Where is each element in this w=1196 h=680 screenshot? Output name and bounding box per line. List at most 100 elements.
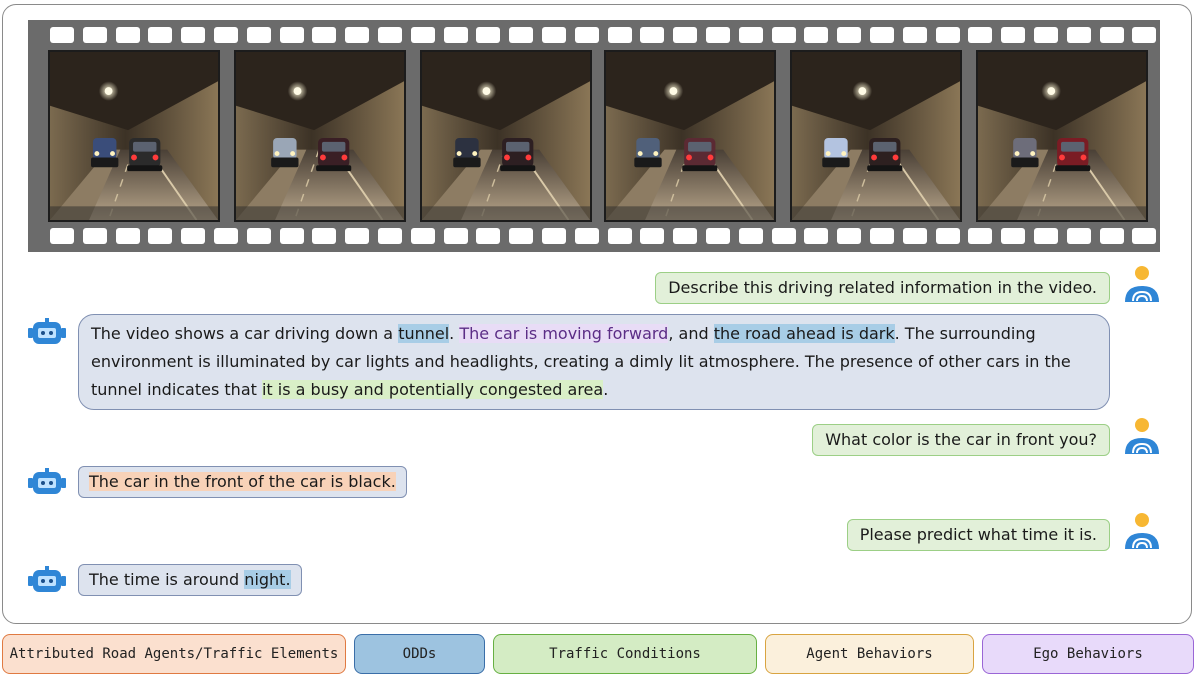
assistant-message-1: The video shows a car driving down a tun… (78, 314, 1110, 410)
video-frame (790, 50, 962, 222)
sprocket-hole (312, 27, 337, 43)
sprocket-hole (50, 228, 74, 244)
user-avatar-icon (1122, 511, 1162, 551)
sprocket-hole (1066, 228, 1091, 244)
highlight-legend: Attributed Road Agents/Traffic Elements … (0, 634, 1196, 676)
legend-label: Ego Behaviors (1033, 646, 1143, 662)
sprocket-hole (246, 27, 271, 43)
sprocket-hole (738, 228, 763, 244)
sprocket-hole (542, 228, 566, 244)
sprocket-hole (476, 27, 501, 43)
sprocket-hole (1132, 228, 1157, 244)
sprocket-hole (870, 228, 894, 244)
legend-label: Agent Behaviors (806, 646, 933, 662)
sprocket-hole (574, 228, 599, 244)
sprocket-row-bottom (28, 228, 1160, 244)
video-filmstrip (28, 20, 1160, 252)
sprocket-hole (1001, 27, 1026, 43)
sprocket-hole (312, 228, 337, 244)
sprocket-hole (640, 228, 665, 244)
sprocket-hole (804, 27, 829, 43)
sprocket-hole (148, 228, 173, 244)
sprocket-hole (968, 228, 993, 244)
assistant-message-1-text: , and (668, 324, 714, 343)
user-message-3: Please predict what time it is. (846, 519, 1110, 551)
sprocket-hole (509, 228, 534, 244)
user-message-1-text: Describe this driving related informatio… (668, 278, 1097, 297)
sprocket-hole (673, 228, 698, 244)
sprocket-hole (410, 228, 435, 244)
sprocket-hole (181, 228, 206, 244)
sprocket-hole (1099, 228, 1124, 244)
sprocket-hole (345, 228, 370, 244)
legend-odds: ODDs (354, 634, 485, 674)
legend-road-agents: Attributed Road Agents/Traffic Elements (2, 634, 346, 674)
sprocket-hole (1066, 27, 1091, 43)
legend-label: Traffic Conditions (549, 646, 701, 662)
sprocket-hole (771, 27, 796, 43)
user-avatar-icon (1122, 264, 1162, 304)
highlight-ego-behavior: The car is moving forward (459, 324, 669, 343)
sprocket-hole (1001, 228, 1026, 244)
sprocket-hole (935, 228, 960, 244)
sprocket-hole (640, 27, 665, 43)
sprocket-hole (574, 27, 599, 43)
sprocket-hole (82, 27, 107, 43)
sprocket-hole (837, 228, 862, 244)
robot-icon (28, 318, 66, 348)
sprocket-hole (279, 228, 304, 244)
sprocket-hole (804, 228, 829, 244)
sprocket-hole (607, 228, 632, 244)
video-frame (48, 50, 220, 222)
user-message-1: Describe this driving related informatio… (655, 272, 1110, 304)
sprocket-hole (476, 228, 501, 244)
sprocket-hole (279, 27, 304, 43)
sprocket-hole (443, 27, 468, 43)
highlight-odd: night. (244, 570, 291, 589)
sprocket-hole (738, 27, 763, 43)
user-message-2-text: What color is the car in front you? (825, 430, 1097, 449)
legend-label: Attributed Road Agents/Traffic Elements (9, 646, 339, 662)
sprocket-hole (935, 27, 960, 43)
sprocket-hole (410, 27, 435, 43)
assistant-message-1-text: . (603, 380, 609, 399)
sprocket-hole (706, 228, 730, 244)
legend-label: ODDs (402, 646, 437, 662)
sprocket-hole (1034, 27, 1058, 43)
sprocket-hole (706, 27, 730, 43)
sprocket-hole (148, 27, 173, 43)
sprocket-hole (50, 27, 74, 43)
sprocket-hole (673, 27, 698, 43)
sprocket-hole (837, 27, 862, 43)
video-frame (976, 50, 1148, 222)
sprocket-hole (607, 27, 632, 43)
sprocket-hole (870, 27, 894, 43)
sprocket-hole (115, 228, 140, 244)
sprocket-hole (443, 228, 468, 244)
legend-ego-behaviors: Ego Behaviors (982, 634, 1194, 674)
highlight-odd: the road ahead is dark (713, 324, 895, 343)
video-frame (420, 50, 592, 222)
assistant-message-1-text: . (449, 324, 460, 343)
highlight-road-agent: The car in the front of the car is black… (89, 472, 396, 491)
sprocket-hole (214, 228, 238, 244)
sprocket-hole (968, 27, 993, 43)
sprocket-hole (902, 228, 927, 244)
user-message-3-text: Please predict what time it is. (859, 525, 1097, 544)
sprocket-hole (82, 228, 107, 244)
robot-icon (28, 468, 66, 498)
assistant-message-3: The time is around night. (78, 564, 302, 596)
sprocket-hole (902, 27, 927, 43)
sprocket-hole (1034, 228, 1058, 244)
highlight-odd: tunnel (398, 324, 450, 343)
sprocket-row-top (28, 27, 1160, 43)
robot-icon (28, 566, 66, 596)
assistant-message-2: The car in the front of the car is black… (78, 466, 407, 498)
sprocket-hole (1099, 27, 1124, 43)
video-frame (604, 50, 776, 222)
sprocket-hole (345, 27, 370, 43)
sprocket-hole (509, 27, 534, 43)
user-message-2: What color is the car in front you? (812, 424, 1110, 456)
video-frame (234, 50, 406, 222)
sprocket-hole (181, 27, 206, 43)
